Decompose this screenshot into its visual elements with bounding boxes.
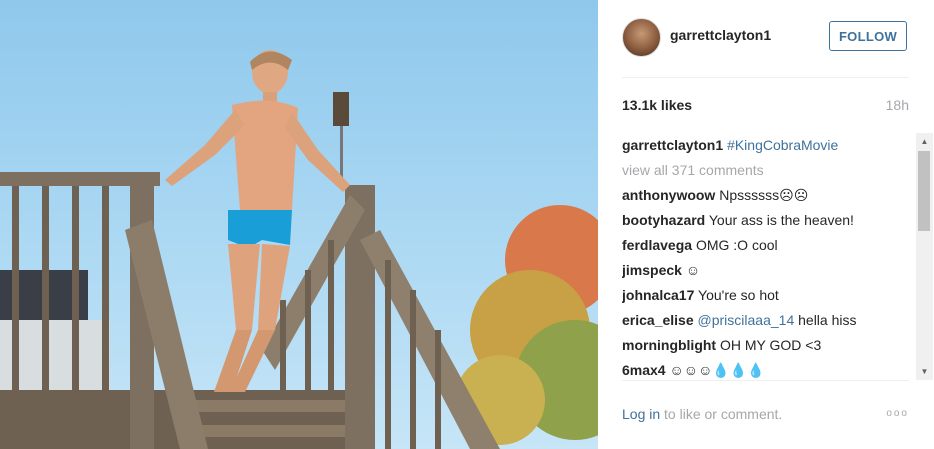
comment-item: jimspeck ☺ (622, 258, 912, 283)
comment-username[interactable]: jimspeck (622, 262, 682, 278)
comment-username[interactable]: ferdlavega (622, 237, 692, 253)
comment-username[interactable]: erica_elise (622, 312, 694, 328)
comment-text: OH MY GOD <3 (719, 337, 822, 353)
comment-text: You're so hot (698, 287, 779, 303)
login-prompt: Log in to like or comment. (622, 406, 782, 422)
comment-text: ☺☺☺💧💧💧 (669, 362, 765, 378)
comment-username[interactable]: 6max4 (622, 362, 666, 378)
comment-item: ferdlavega OMG :O cool (622, 233, 912, 258)
more-options-icon[interactable]: ooo (886, 408, 909, 419)
comments-scrollbar[interactable]: ▲ ▼ (916, 133, 933, 380)
scroll-up-arrow-icon[interactable]: ▲ (916, 133, 933, 150)
photo-scene (0, 50, 598, 449)
comment-username[interactable]: anthonywoow (622, 187, 715, 203)
login-prompt-text: to like or comment. (660, 406, 783, 422)
comment-text: hella hiss (798, 312, 857, 328)
comment-item: erica_elise @priscilaaa_14 hella hiss (622, 308, 912, 333)
comment-item: 6max4 ☺☺☺💧💧💧 (622, 358, 912, 380)
comment-text: Your ass is the heaven! (708, 212, 854, 228)
post-timestamp[interactable]: 18h (886, 97, 909, 113)
comment-text: Npssssss☹☹ (719, 187, 809, 203)
comment-item: anthonywoow Npssssss☹☹ (622, 183, 912, 208)
comment-username[interactable]: bootyhazard (622, 212, 705, 228)
comment-mention[interactable]: @priscilaaa_14 (698, 312, 795, 328)
caption-hashtag[interactable]: #KingCobraMovie (727, 137, 838, 153)
view-all-comments-link[interactable]: view all 371 comments (622, 158, 912, 183)
comment-text: OMG :O cool (695, 237, 778, 253)
login-link[interactable]: Log in (622, 406, 660, 422)
comment-username[interactable]: morningblight (622, 337, 716, 353)
scroll-down-arrow-icon[interactable]: ▼ (916, 363, 933, 380)
post-photo[interactable] (0, 0, 598, 449)
caption: garrettclayton1 #KingCobraMovie (622, 133, 912, 158)
likes-count[interactable]: 13.1k likes (622, 97, 692, 113)
comment-item: bootyhazard Your ass is the heaven! (622, 208, 912, 233)
comment-text: ☺ (685, 262, 701, 278)
follow-button[interactable]: FOLLOW (829, 21, 907, 51)
post-header: garrettclayton1 FOLLOW (622, 17, 909, 78)
post-footer: Log in to like or comment. ooo (622, 380, 909, 441)
caption-username[interactable]: garrettclayton1 (622, 137, 723, 153)
comment-item: johnalca17 You're so hot (622, 283, 912, 308)
comment-username[interactable]: johnalca17 (622, 287, 694, 303)
post-details-panel: garrettclayton1 FOLLOW 13.1k likes 18h g… (598, 0, 934, 449)
avatar[interactable] (622, 18, 661, 57)
scrollbar-thumb[interactable] (918, 151, 930, 231)
post-author-username[interactable]: garrettclayton1 (670, 27, 771, 43)
comment-item: morningblight OH MY GOD <3 (622, 333, 912, 358)
comments-list: garrettclayton1 #KingCobraMovie view all… (622, 133, 912, 380)
